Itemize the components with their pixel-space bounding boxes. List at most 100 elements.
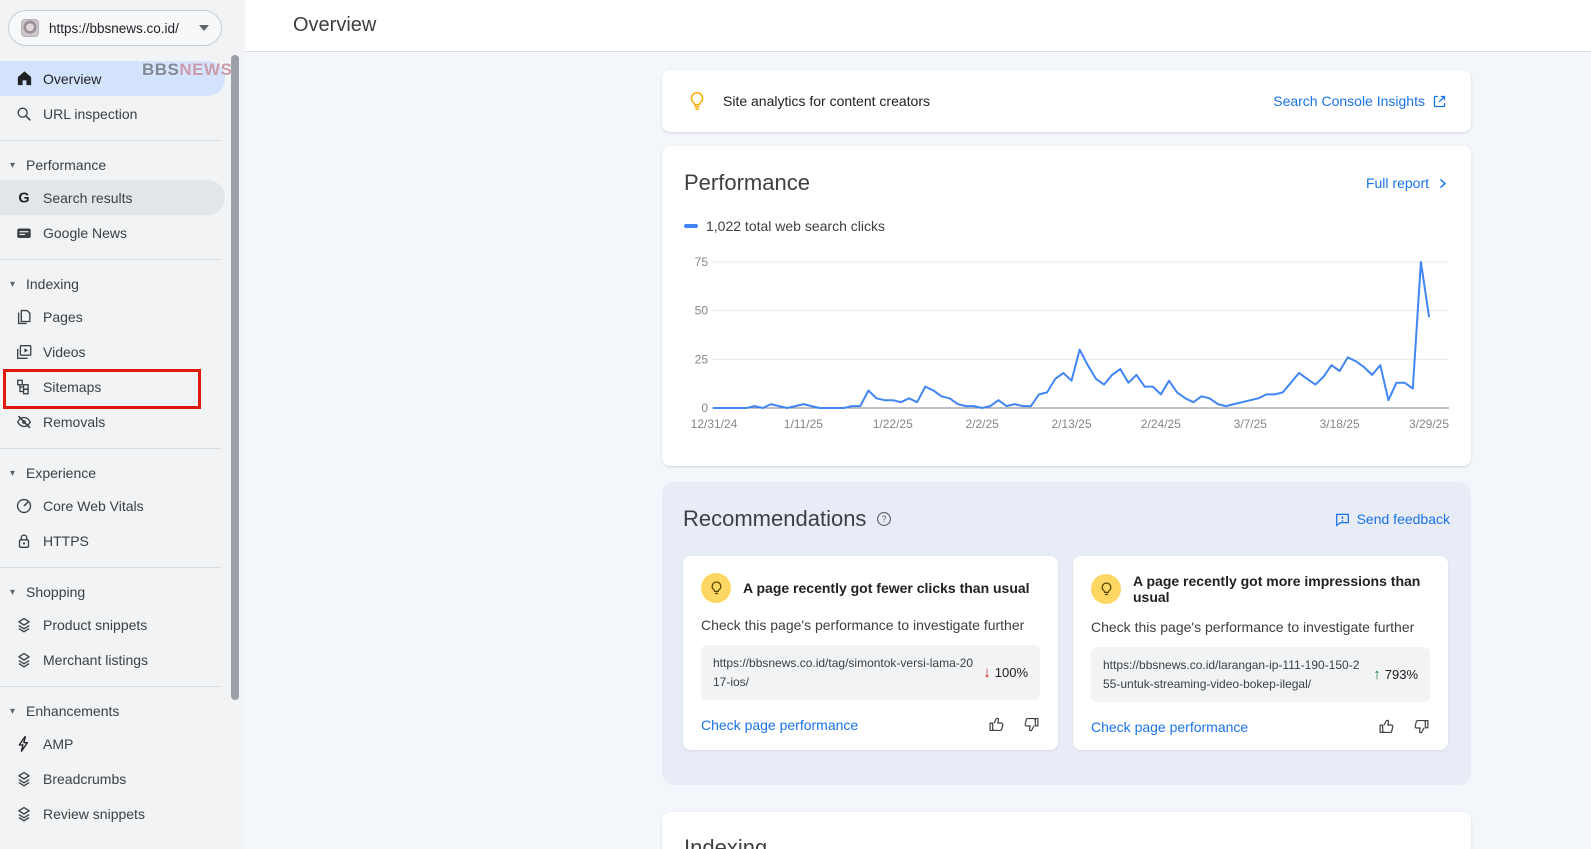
property-selector[interactable]: https://bbsnews.co.id/ <box>8 10 222 46</box>
snippet-icon <box>14 616 34 634</box>
performance-title: Performance <box>684 170 810 196</box>
legend-dash-icon <box>684 224 698 228</box>
feedback-icon <box>1335 512 1350 527</box>
https-lock-icon <box>14 532 34 550</box>
sidebar-section-experience[interactable]: ▾Experience <box>0 458 245 488</box>
y-tick-label: 0 <box>701 401 708 415</box>
send-feedback-link[interactable]: Send feedback <box>1335 511 1450 527</box>
trend-arrow-icon: ↓ <box>983 664 991 681</box>
x-tick-label: 3/7/25 <box>1234 417 1268 431</box>
full-report-link[interactable]: Full report <box>1366 175 1449 191</box>
collapse-caret-icon: ▾ <box>10 587 26 598</box>
lightbulb-icon <box>686 90 708 112</box>
thumbs-up-icon[interactable] <box>988 716 1005 733</box>
sidebar-nav: OverviewURL inspection ▾PerformanceGSearc… <box>0 61 245 831</box>
thumbs-down-icon[interactable] <box>1023 716 1040 733</box>
sidebar-divider <box>0 567 221 568</box>
svg-text:G: G <box>18 190 29 206</box>
sidebar-item-breadcrumbs[interactable]: Breadcrumbs <box>0 761 225 796</box>
property-url: https://bbsnews.co.id/ <box>49 21 189 36</box>
page-url-chip: https://bbsnews.co.id/larangan-ip-111-19… <box>1091 647 1430 702</box>
check-page-performance-link[interactable]: Check page performance <box>1091 719 1248 735</box>
sidebar-item-overview[interactable]: Overview <box>0 61 225 96</box>
chart-legend: 1,022 total web search clicks <box>684 218 1449 234</box>
page-url: https://bbsnews.co.id/tag/simontok-versi… <box>713 654 983 691</box>
x-tick-label: 2/2/25 <box>965 417 999 431</box>
x-tick-label: 1/22/25 <box>873 417 913 431</box>
collapse-caret-icon: ▾ <box>10 706 26 717</box>
x-tick-label: 2/24/25 <box>1141 417 1181 431</box>
core-web-vitals-icon <box>14 497 34 515</box>
lightbulb-badge-icon <box>701 573 731 603</box>
sidebar-section-enhancements[interactable]: ▾Enhancements <box>0 696 245 726</box>
sidebar-item-google-news[interactable]: Google News <box>0 215 225 250</box>
indexing-title: Indexing <box>684 835 1449 849</box>
sidebar-divider <box>0 686 221 687</box>
sidebar-divider <box>0 140 221 141</box>
sidebar-item-review-snippets[interactable]: Review snippets <box>0 796 225 831</box>
sidebar-item-amp[interactable]: AMP <box>0 726 225 761</box>
banner-text: Site analytics for content creators <box>723 93 1273 109</box>
x-tick-label: 3/29/25 <box>1409 417 1449 431</box>
sidebar-item-videos[interactable]: Videos <box>0 334 225 369</box>
sidebar-item-pages[interactable]: Pages <box>0 299 225 334</box>
sidebar-divider <box>0 448 221 449</box>
sidebar-item-merchant-listings[interactable]: Merchant listings <box>0 642 225 677</box>
sidebar-item-https[interactable]: HTTPS <box>0 523 225 558</box>
trend-arrow-icon: ↑ <box>1373 666 1381 683</box>
recommendation-title: A page recently got more impressions tha… <box>1133 573 1430 605</box>
chevron-right-icon <box>1436 177 1449 190</box>
collapse-caret-icon: ▾ <box>10 279 26 290</box>
sidebar-section-shopping[interactable]: ▾Shopping <box>0 577 245 607</box>
clicks-line-series <box>714 262 1429 408</box>
x-tick-label: 3/18/25 <box>1320 417 1360 431</box>
legend-label: 1,022 total web search clicks <box>706 218 885 234</box>
y-tick-label: 75 <box>695 255 709 269</box>
main-content: Site analytics for content creators Sear… <box>245 53 1591 849</box>
sidebar-divider <box>0 259 221 260</box>
thumbs-down-icon[interactable] <box>1413 718 1430 735</box>
page-url-chip: https://bbsnews.co.id/tag/simontok-versi… <box>701 645 1040 700</box>
snippet-icon <box>14 770 34 788</box>
external-link-icon <box>1432 94 1447 109</box>
sidebar-item-core-web-vitals[interactable]: Core Web Vitals <box>0 488 225 523</box>
recommendations-card: Recommendations ? Send feedback A page r… <box>662 482 1471 785</box>
search-icon <box>14 105 34 123</box>
recommendation-body: Check this page's performance to investi… <box>1091 619 1430 635</box>
change-indicator: ↓ 100% <box>983 664 1028 681</box>
recommendation-title: A page recently got fewer clicks than us… <box>743 580 1030 596</box>
x-tick-label: 1/11/25 <box>784 417 823 431</box>
performance-chart[interactable]: 025507512/31/241/11/251/22/252/2/252/13/… <box>684 250 1454 432</box>
recommendation-body: Check this page's performance to investi… <box>701 617 1040 633</box>
collapse-caret-icon: ▾ <box>10 468 26 479</box>
dropdown-caret-icon <box>199 25 209 31</box>
page-url: https://bbsnews.co.id/larangan-ip-111-19… <box>1103 656 1373 693</box>
sidebar-section-indexing[interactable]: ▾Indexing <box>0 269 245 299</box>
lightbulb-badge-icon <box>1091 574 1121 604</box>
videos-icon <box>14 343 34 361</box>
help-icon[interactable]: ? <box>876 511 892 527</box>
sidebar-section-performance[interactable]: ▾Performance <box>0 150 245 180</box>
amp-icon <box>14 735 34 753</box>
site-favicon <box>21 19 39 37</box>
sidebar-item-url-inspection[interactable]: URL inspection <box>0 96 225 131</box>
snippet-icon <box>14 651 34 669</box>
thumbs-up-icon[interactable] <box>1378 718 1395 735</box>
sidebar-item-removals[interactable]: Removals <box>0 404 225 439</box>
check-page-performance-link[interactable]: Check page performance <box>701 717 858 733</box>
g-logo-icon: G <box>14 189 34 207</box>
pages-icon <box>14 308 34 326</box>
collapse-caret-icon: ▾ <box>10 160 26 171</box>
snippet-icon <box>14 805 34 823</box>
sitemaps-icon <box>14 378 34 396</box>
page-title: Overview <box>293 0 1591 51</box>
indexing-card: Indexing <box>662 812 1471 849</box>
x-tick-label: 12/31/24 <box>691 417 738 431</box>
search-console-insights-link[interactable]: Search Console Insights <box>1273 93 1447 109</box>
sidebar-item-sitemaps[interactable]: Sitemaps <box>0 369 225 404</box>
home-icon <box>14 69 34 88</box>
page-header: Overview <box>245 0 1591 52</box>
sidebar-scrollbar[interactable] <box>231 55 239 700</box>
sidebar-item-search-results[interactable]: GSearch results <box>0 180 225 215</box>
sidebar-item-product-snippets[interactable]: Product snippets <box>0 607 225 642</box>
